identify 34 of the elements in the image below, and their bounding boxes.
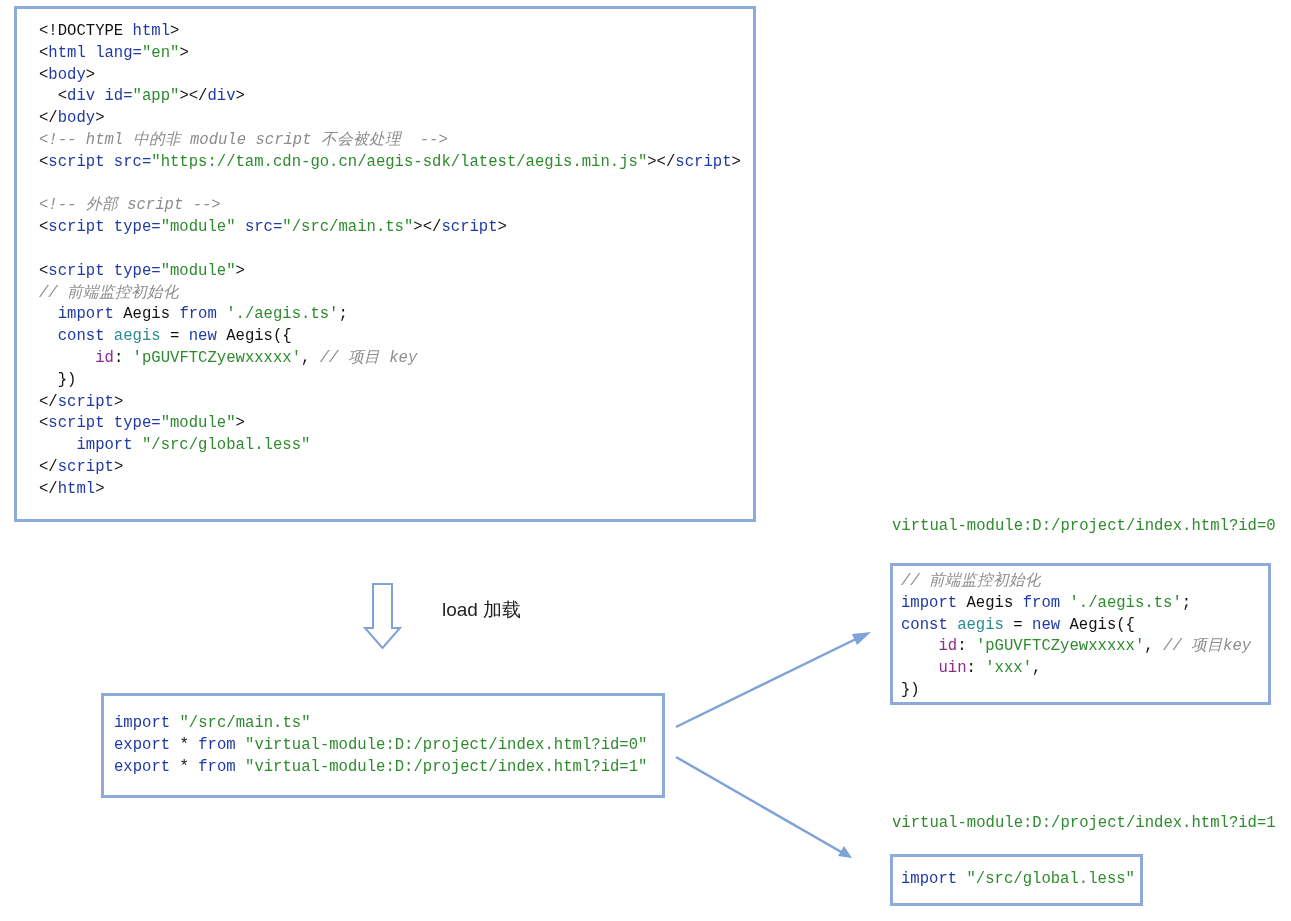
code-line: import "/src/global.less" <box>75 435 311 457</box>
module-label: virtual-module:D:/project/index.html?id=0 <box>892 516 1276 537</box>
code-line: }) <box>901 680 920 701</box>
code-line: <!DOCTYPE html> <box>39 21 180 42</box>
code-line: <script type="module"> <box>39 260 245 282</box>
code-line: import Aegis from './aegis.ts'; <box>56 304 348 326</box>
code-line: // 前端监控初始化 <box>39 282 180 304</box>
code-line: <body> <box>39 64 96 86</box>
code-line: </script> <box>39 391 124 413</box>
code-line: import "/src/global.less" <box>901 869 1135 891</box>
code-line: </body> <box>39 108 105 130</box>
code-line: <div id="app"></div> <box>56 86 245 108</box>
code-line: import Aegis from './aegis.ts'; <box>901 592 1192 614</box>
code-line: id: 'pGUVFTCZyewxxxxx', // 项目key <box>937 636 1252 658</box>
code-line: <!-- 外部 script --> <box>39 195 221 217</box>
module-label: virtual-module:D:/project/index.html?id=1 <box>892 813 1276 834</box>
code-line: export * from "virtual-module:D:/project/index.html?id=1" <box>114 756 648 778</box>
code-line: <script type="module" src="/src/main.ts"></script> <box>39 217 507 239</box>
code-line: <script type="module"> <box>39 413 245 435</box>
code-line: </script> <box>39 456 124 478</box>
code-line: }) <box>56 369 77 391</box>
code-line: <script src="https://tam.cdn-go.cn/aegis-sdk/latest/aegis.min.js"></script> <box>39 151 741 173</box>
code-line: export * from "virtual-module:D:/project/index.html?id=0" <box>114 734 648 756</box>
code-line: </html> <box>39 478 105 500</box>
code-line: uin: 'xxx', <box>937 658 1042 680</box>
down-arrow <box>362 583 403 650</box>
code-line: <html lang="en"> <box>39 42 189 64</box>
code-line: <!-- html 中的非 module script 不会被处理 --> <box>39 130 448 151</box>
load-label: load 加载 <box>442 598 522 622</box>
code-line: const aegis = new Aegis({ <box>901 614 1135 636</box>
code-line: import "/src/main.ts" <box>114 713 311 734</box>
code-line: id: 'pGUVFTCZyewxxxxx', // 项目 key <box>94 347 418 369</box>
code-line: // 前端监控初始化 <box>901 571 1042 592</box>
code-line: const aegis = new Aegis({ <box>56 326 292 348</box>
